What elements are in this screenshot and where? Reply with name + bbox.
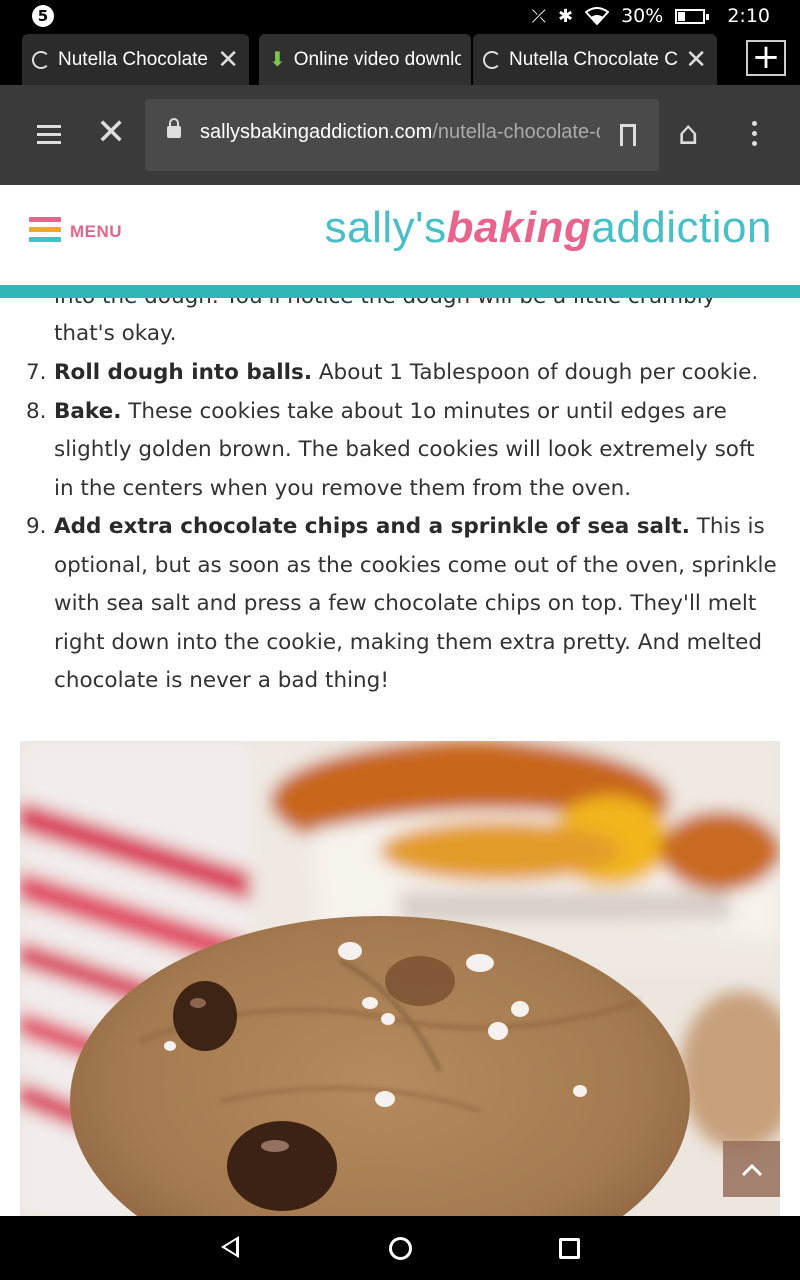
step-number: 7. — [26, 360, 47, 385]
loading-spinner-icon — [483, 50, 501, 69]
stop-loading-button[interactable]: ✕ — [96, 113, 126, 153]
back-icon[interactable] — [221, 1236, 239, 1258]
download-icon: ⬇ — [269, 49, 286, 71]
header-divider — [0, 285, 800, 298]
list-item: 9. Add extra chocolate chips and a sprink… — [0, 508, 800, 701]
list-item: 8. Bake. These cookies take about 1o minu… — [0, 393, 800, 509]
step-heading: Roll dough into balls. — [54, 360, 313, 385]
tab-nutella-2[interactable]: Nutella Chocolate Chip Cookies ✕ — [473, 34, 717, 85]
recent-apps-icon[interactable] — [559, 1238, 580, 1259]
partial-text-line: into the dough. You'll notice the dough … — [54, 298, 733, 317]
url-path: /nutella-chocolate-chip-cookies/ — [432, 121, 600, 143]
battery-percent: 30% — [621, 5, 664, 27]
site-menu-button[interactable]: MENU — [29, 217, 122, 247]
home-icon[interactable]: ⌂ — [678, 115, 698, 151]
close-icon[interactable]: ✕ — [685, 44, 707, 75]
logo-part-baking: baking — [446, 203, 592, 252]
cookie-photo — [20, 741, 780, 1216]
logo-part-addiction: addiction — [591, 203, 772, 252]
list-item: 7. Roll dough into balls. About 1 Tablesp… — [0, 354, 800, 393]
more-options-icon[interactable] — [752, 121, 758, 151]
data-off-icon: ⤫ — [531, 5, 546, 27]
url-domain: sallysbakingaddiction.com — [200, 121, 433, 143]
step-number: 9. — [26, 514, 47, 539]
tab-nutella-1[interactable]: Nutella Chocolate Chip Cookies ✕ — [22, 34, 249, 85]
menu-icon[interactable] — [37, 125, 61, 149]
bookmark-icon[interactable] — [620, 124, 636, 149]
address-bar[interactable]: sallysbakingaddiction.com/nutella-chocol… — [145, 99, 659, 171]
step-text: About 1 Tablespoon of dough per cookie. — [312, 360, 759, 385]
site-logo[interactable]: sally'sbakingaddiction — [325, 203, 772, 253]
system-navigation-bar — [0, 1216, 800, 1280]
tab-video-downloader[interactable]: ⬇ Online video downloader — [259, 34, 471, 85]
continued-text: that's okay. — [54, 321, 177, 346]
battery-icon — [675, 8, 710, 24]
step-number: 8. — [26, 398, 47, 424]
article-content: into the dough. You'll notice the dough … — [0, 298, 800, 1216]
menu-label: MENU — [70, 222, 123, 241]
browser-toolbar: ✕ sallysbakingaddiction.com/nutella-choc… — [0, 85, 800, 185]
url-text[interactable]: sallysbakingaddiction.com/nutella-chocol… — [200, 121, 600, 144]
lock-icon — [167, 118, 181, 138]
step-text: These cookies take about 1o minutes or u… — [54, 398, 755, 501]
logo-part-sallys: sally's — [324, 203, 447, 252]
close-icon[interactable]: ✕ — [217, 44, 239, 75]
step-text: This is optional, but as soon as the coo… — [54, 514, 777, 693]
bluetooth-icon: ✱ — [558, 5, 574, 27]
site-header: MENU sally'sbakingaddiction — [0, 185, 800, 285]
tab-title: Nutella Chocolate Chip Cookies — [58, 48, 211, 70]
notification-count-badge: 5 — [32, 5, 54, 27]
tab-title: Nutella Chocolate Chip Cookies — [509, 48, 679, 70]
hamburger-icon — [29, 217, 61, 247]
status-icons: ⤫ ✱ 30% 2:10 — [532, 0, 770, 32]
home-circle-icon[interactable] — [389, 1237, 412, 1260]
new-tab-button[interactable]: + — [746, 40, 786, 76]
step-heading: Add extra chocolate chips and a sprinkle… — [54, 514, 690, 539]
clock: 2:10 — [727, 5, 770, 27]
loading-spinner-icon — [32, 50, 50, 69]
step-heading: Bake. — [54, 398, 122, 424]
status-bar: 5 ⤫ ✱ 30% 2:10 — [0, 0, 800, 32]
back-to-top-button[interactable] — [723, 1141, 780, 1197]
wifi-icon — [585, 7, 610, 25]
instruction-list: 7. Roll dough into balls. About 1 Tablesp… — [0, 354, 800, 701]
tab-title: Online video downloader — [293, 48, 461, 70]
chevron-up-icon — [741, 1163, 762, 1176]
tab-strip: Nutella Chocolate Chip Cookies ✕ ⬇ Onlin… — [0, 32, 800, 85]
